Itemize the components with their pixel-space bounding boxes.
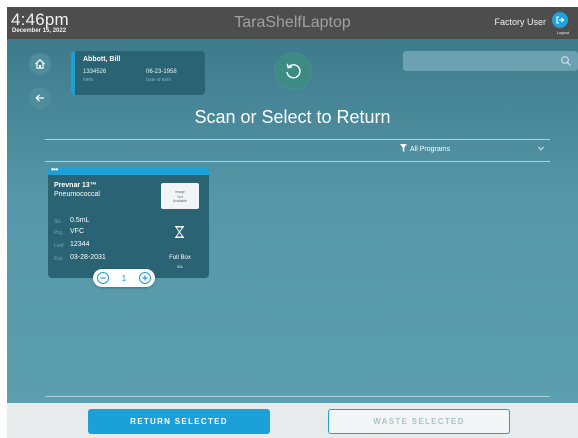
content-divider-bottom xyxy=(45,396,550,397)
field-label-lot: Lot# xyxy=(54,243,64,249)
image-text-line: Available xyxy=(172,199,188,203)
waste-selected-button[interactable]: WASTE SELECTED xyxy=(328,409,510,434)
product-image-placeholder: Image Not Available xyxy=(161,183,199,209)
patient-card-accent xyxy=(71,51,75,95)
patient-dob: 06-23-1958 xyxy=(146,69,177,75)
product-card[interactable]: ••• Prevnar 13™ Pneumococcal Image Not A… xyxy=(48,165,209,278)
logout-icon xyxy=(556,16,565,24)
filter-divider-top xyxy=(45,139,550,140)
logout-label: Logout xyxy=(556,30,569,35)
search-input[interactable] xyxy=(403,51,578,71)
increment-button[interactable] xyxy=(138,272,151,284)
product-card-header: ••• xyxy=(48,165,209,175)
patient-card[interactable]: Abbott, Bill 1334526 MRN 06-23-1958 Date… xyxy=(71,51,205,95)
chevron-down-icon[interactable] xyxy=(538,146,544,151)
decrement-button[interactable] xyxy=(97,272,109,284)
field-label-strength: Str. xyxy=(54,219,62,225)
package-unit: EA xyxy=(177,264,183,269)
quantity-stepper: 1 xyxy=(93,269,155,287)
page-title: Scan or Select to Return xyxy=(194,107,391,127)
back-arrow-icon xyxy=(35,94,44,102)
patient-mrn-label: MRN xyxy=(83,77,94,82)
field-value-strength: 0.5mL xyxy=(70,217,90,224)
minus-icon xyxy=(100,277,106,279)
top-bar: 4:46pm December 15, 2022 TaraShelfLaptop… xyxy=(7,7,578,39)
field-label-expiration: Exp. xyxy=(54,256,65,262)
user-name[interactable]: Factory User xyxy=(494,17,546,27)
patient-name: Abbott, Bill xyxy=(83,56,121,63)
field-value-lot: 12344 xyxy=(70,241,90,248)
home-button[interactable] xyxy=(29,53,51,75)
field-value-program: VFC xyxy=(70,228,84,235)
reset-button[interactable] xyxy=(275,53,311,89)
app-title: TaraShelfLaptop xyxy=(234,14,351,31)
patient-dob-label: Date of Birth xyxy=(146,77,172,82)
app-root: 4:46pm December 15, 2022 TaraShelfLaptop… xyxy=(0,0,578,438)
quantity-value: 1 xyxy=(121,273,127,283)
package-type: Full Box xyxy=(169,255,191,261)
back-button[interactable] xyxy=(29,87,51,109)
hourglass-icon xyxy=(175,226,184,238)
product-subtitle: Pneumococcal xyxy=(54,191,100,198)
home-icon xyxy=(35,58,45,69)
plus-icon xyxy=(142,275,148,281)
field-label-program: Prg. xyxy=(54,230,64,236)
patient-mrn: 1334526 xyxy=(83,69,107,75)
program-filter-select[interactable]: All Programs xyxy=(410,146,450,153)
main-panel: Abbott, Bill 1334526 MRN 06-23-1958 Date… xyxy=(7,39,578,403)
filter-icon xyxy=(400,144,407,152)
filter-divider-bottom xyxy=(45,161,550,162)
return-selected-button[interactable]: RETURN SELECTED xyxy=(88,409,270,434)
logout-button[interactable] xyxy=(552,12,568,28)
field-value-expiration: 03-28-2031 xyxy=(70,254,106,261)
product-name: Prevnar 13™ xyxy=(54,182,97,189)
search-icon[interactable] xyxy=(560,55,572,67)
reset-icon xyxy=(286,63,301,79)
more-options-icon[interactable]: ••• xyxy=(51,165,58,174)
